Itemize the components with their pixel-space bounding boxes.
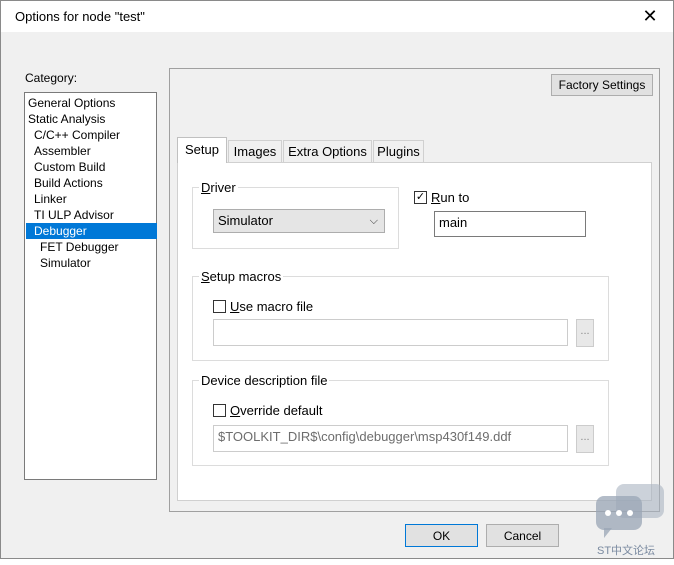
- category-item-general-options[interactable]: General Options: [26, 95, 157, 111]
- category-item-ti-ulp-advisor[interactable]: TI ULP Advisor: [26, 207, 157, 223]
- override-default-label: Override default: [230, 403, 323, 418]
- use-macro-file-label: Use macro file: [230, 299, 314, 314]
- driver-select[interactable]: Simulator ⌵: [213, 209, 385, 233]
- factory-settings-button[interactable]: Factory Settings: [551, 74, 653, 96]
- close-icon[interactable]: ✕: [627, 1, 673, 32]
- run-to-checkbox[interactable]: ✓: [414, 191, 427, 204]
- override-default-checkbox[interactable]: [213, 404, 226, 417]
- setup-macros-group-title: Setup macros: [199, 269, 284, 284]
- cancel-button[interactable]: Cancel: [486, 524, 559, 547]
- category-item-debugger[interactable]: Debugger: [26, 223, 157, 239]
- driver-group-title: Driver: [199, 180, 238, 195]
- category-item-simulator[interactable]: Simulator: [26, 255, 157, 271]
- tab-images[interactable]: Images: [228, 140, 282, 162]
- category-item-build-actions[interactable]: Build Actions: [26, 175, 157, 191]
- category-item-fet-debugger[interactable]: FET Debugger: [26, 239, 157, 255]
- category-tree[interactable]: General Options Static Analysis C/C++ Comp…: [24, 92, 157, 480]
- macro-file-input[interactable]: [213, 319, 568, 346]
- device-description-group-title: Device description file: [199, 373, 330, 388]
- run-to-label: Run to: [431, 190, 470, 205]
- options-dialog: Options for node "test" ✕ Category: Gene…: [0, 0, 674, 559]
- tab-extra-options[interactable]: Extra Options: [283, 140, 372, 162]
- macro-file-browse-button[interactable]: ...: [576, 319, 594, 347]
- ok-button[interactable]: OK: [405, 524, 478, 547]
- category-item-c-c-compiler[interactable]: C/C++ Compiler: [26, 127, 157, 143]
- chevron-down-icon: ⌵: [369, 215, 378, 227]
- forum-watermark-text: ST中文论坛: [597, 545, 656, 557]
- tab-setup[interactable]: Setup: [177, 137, 227, 163]
- category-item-custom-build[interactable]: Custom Build: [26, 159, 157, 175]
- category-item-linker[interactable]: Linker: [26, 191, 157, 207]
- device-description-browse-button[interactable]: ...: [576, 425, 594, 453]
- category-item-assembler[interactable]: Assembler: [26, 143, 157, 159]
- device-description-group: [192, 380, 609, 466]
- device-description-input[interactable]: $TOOLKIT_DIR$\config\debugger\msp430f149…: [213, 425, 568, 452]
- window-title: Options for node "test": [15, 9, 145, 24]
- category-label: Category:: [25, 71, 78, 85]
- tab-plugins[interactable]: Plugins: [373, 140, 424, 162]
- use-macro-file-checkbox[interactable]: [213, 300, 226, 313]
- driver-select-value: Simulator: [218, 213, 273, 228]
- title-bar: Options for node "test" ✕: [1, 1, 673, 32]
- run-to-input[interactable]: main: [434, 211, 586, 237]
- category-item-static-analysis[interactable]: Static Analysis: [26, 111, 157, 127]
